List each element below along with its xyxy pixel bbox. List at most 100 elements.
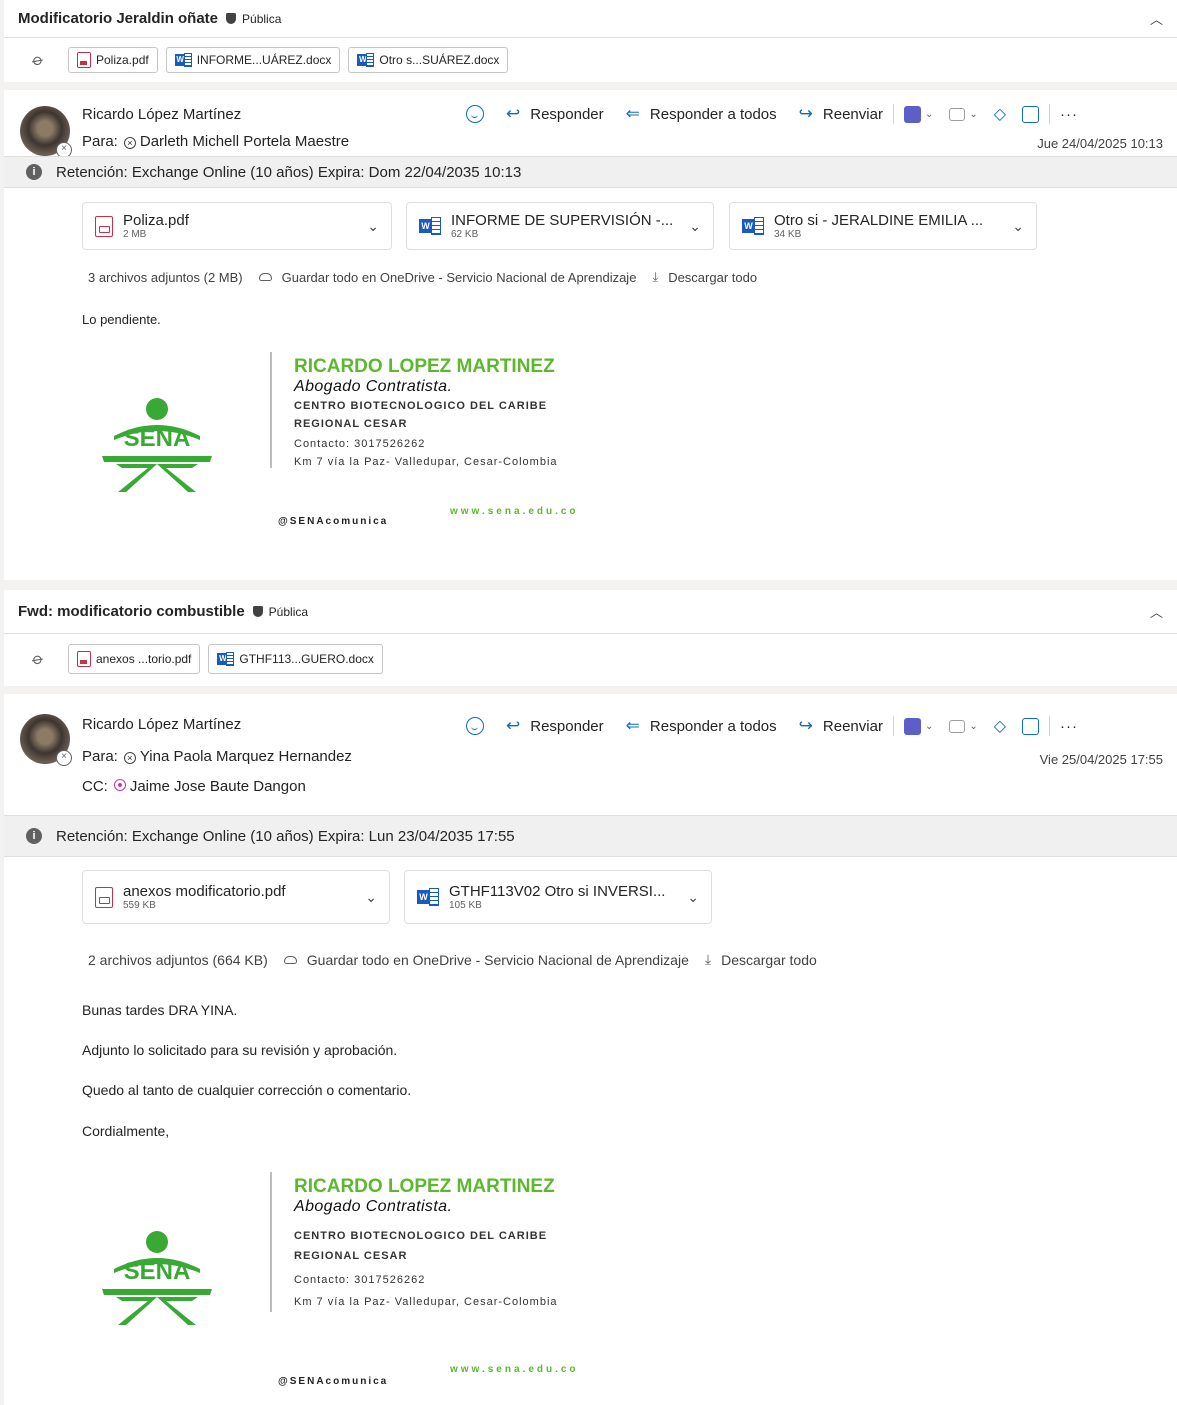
thread-title-bar: Fwd: modificatorio combustible Pública ︿ bbox=[4, 590, 1177, 634]
loop-icon[interactable]: ◇ bbox=[994, 104, 1006, 124]
pdf-app-icon[interactable] bbox=[903, 717, 921, 735]
chevron-down-icon[interactable]: ⌄ bbox=[969, 721, 977, 732]
reaction-icon[interactable] bbox=[466, 717, 484, 735]
download-all-link[interactable]: ⤓ Descargar todo bbox=[636, 269, 757, 285]
signature-line: Km 7 vía la Paz- Valledupar, Cesar-Colom… bbox=[294, 456, 558, 468]
forward-label: Reenviar bbox=[822, 717, 883, 735]
sender-name[interactable]: Ricardo López Martínez bbox=[82, 106, 241, 123]
thread-title: Modificatorio Jeraldin oñate bbox=[18, 10, 219, 27]
save-to-onedrive-link[interactable]: Guardar todo en OneDrive - Servicio Naci… bbox=[268, 952, 689, 968]
chevron-down-icon[interactable]: ⌄ bbox=[925, 721, 933, 732]
retention-text: Retención: Exchange Online (10 años) Exp… bbox=[56, 827, 515, 845]
recipient-name[interactable]: Darleth Michell Portela Maestre bbox=[140, 133, 349, 150]
move-icon[interactable] bbox=[949, 107, 966, 121]
message-date: Jue 24/04/2025 10:13 bbox=[1037, 136, 1163, 151]
cc-name[interactable]: Jaime Jose Baute Dangon bbox=[130, 778, 306, 795]
signature-role: Abogado Contratista. bbox=[294, 378, 453, 395]
retention-text: Retención: Exchange Online (10 años) Exp… bbox=[56, 163, 522, 181]
chevron-down-icon[interactable]: ⌄ bbox=[1012, 218, 1024, 235]
word-icon: W bbox=[417, 888, 439, 906]
collapse-thread-button[interactable]: ︿ bbox=[1150, 602, 1163, 621]
sensitivity-label[interactable]: Pública bbox=[226, 12, 281, 26]
attachment-chip[interactable]: Poliza.pdf bbox=[68, 47, 158, 73]
message-date: Vie 25/04/2025 17:55 bbox=[1039, 752, 1163, 767]
cloud-icon bbox=[258, 273, 272, 281]
signature-line: CENTRO BIOTECNOLOGICO DEL CARIBE bbox=[294, 1230, 548, 1242]
attachment-name: GTHF113V02 Otro si INVERSI... bbox=[449, 883, 666, 900]
attachment-card[interactable]: W Otro si - JERALDINE EMILIA ... 34 KB ⌄ bbox=[729, 202, 1037, 250]
chevron-down-icon[interactable]: ⌄ bbox=[689, 218, 701, 235]
loop-icon[interactable]: ◇ bbox=[994, 716, 1006, 736]
reply-all-button[interactable]: ⇐ Responder a todos bbox=[626, 104, 777, 124]
chevron-down-icon[interactable]: ⌄ bbox=[367, 218, 379, 235]
attachment-size: 105 KB bbox=[449, 900, 482, 911]
forward-button[interactable]: ↪ Reenviar bbox=[799, 716, 883, 736]
download-label: Descargar todo bbox=[668, 269, 758, 285]
forward-button[interactable]: ↪ Reenviar bbox=[799, 104, 883, 124]
cc-line: CC: Jaime Jose Baute Dangon bbox=[82, 778, 306, 795]
reply-button[interactable]: ↩ Responder bbox=[506, 104, 604, 124]
avatar[interactable]: × bbox=[20, 714, 72, 766]
word-icon: W bbox=[217, 652, 235, 666]
chip-label: GTHF113...GUERO.docx bbox=[239, 652, 374, 666]
signature-social: @SENAcomunica bbox=[278, 516, 389, 527]
thread-header-1: Modificatorio Jeraldin oñate Pública ︿ ⌀… bbox=[4, 0, 1177, 82]
chevron-down-icon[interactable]: ⌄ bbox=[365, 889, 377, 906]
chip-label: Otro s...SUÁREZ.docx bbox=[379, 53, 500, 67]
collapse-thread-button[interactable]: ︿ bbox=[1150, 9, 1163, 28]
signature-web[interactable]: www.sena.edu.co bbox=[450, 506, 579, 517]
sender-name[interactable]: Ricardo López Martínez bbox=[82, 716, 241, 733]
sensitivity-label[interactable]: Pública bbox=[252, 605, 308, 619]
reaction-icon[interactable] bbox=[466, 105, 484, 123]
reply-icon: ↩ bbox=[506, 716, 521, 735]
attachment-card[interactable]: W INFORME DE SUPERVISIÓN -... 62 KB ⌄ bbox=[406, 202, 714, 250]
signature-line: REGIONAL CESAR bbox=[294, 1250, 408, 1262]
chevron-down-icon[interactable]: ⌄ bbox=[687, 889, 699, 906]
logo-text: SENA bbox=[124, 1258, 191, 1285]
attachment-card[interactable]: anexos modificatorio.pdf 559 KB ⌄ bbox=[82, 870, 390, 924]
apps-icon[interactable] bbox=[1022, 105, 1040, 123]
apps-icon[interactable] bbox=[1022, 717, 1040, 735]
body-paragraph: Lo pendiente. bbox=[82, 312, 161, 327]
attachment-size: 559 KB bbox=[123, 900, 156, 911]
signature-line: Km 7 vía la Paz- Valledupar, Cesar-Colom… bbox=[294, 1296, 558, 1308]
attachment-chip-bar: ⌀ anexos ...torio.pdf W GTHF113...GUERO.d… bbox=[4, 634, 1177, 684]
download-label: Descargar todo bbox=[721, 951, 817, 968]
signature-line: Contacto: 3017526262 bbox=[294, 1274, 426, 1286]
forward-icon: ↪ bbox=[798, 716, 813, 735]
attachment-count: 3 archivos adjuntos (2 MB) bbox=[88, 269, 243, 285]
download-all-link[interactable]: ⤓ Descargar todo bbox=[689, 951, 817, 968]
avatar[interactable]: × bbox=[20, 106, 72, 158]
attachment-chip[interactable]: W Otro s...SUÁREZ.docx bbox=[348, 47, 509, 73]
chevron-down-icon[interactable]: ⌄ bbox=[925, 109, 933, 120]
presence-offline-icon: × bbox=[56, 750, 72, 766]
chevron-down-icon[interactable]: ⌄ bbox=[969, 109, 977, 120]
email-signature: SENA RICARDO LOPEZ MARTINEZ Abogado Cont… bbox=[80, 1172, 640, 1387]
save-to-onedrive-link[interactable]: Guardar todo en OneDrive - Servicio Naci… bbox=[243, 270, 636, 285]
attachment-chip[interactable]: W GTHF113...GUERO.docx bbox=[208, 644, 383, 674]
presence-offline-icon: × bbox=[123, 752, 136, 764]
reply-all-button[interactable]: ⇐ Responder a todos bbox=[626, 716, 777, 736]
attachment-chip[interactable]: W INFORME...UÁREZ.docx bbox=[165, 47, 341, 73]
attachment-card[interactable]: W GTHF113V02 Otro si INVERSI... 105 KB ⌄ bbox=[404, 870, 712, 924]
paperclip-icon: ⌀ bbox=[28, 649, 47, 670]
attachment-chip[interactable]: anexos ...torio.pdf bbox=[68, 644, 201, 674]
recipient-name[interactable]: Yina Paola Marquez Hernandez bbox=[140, 748, 352, 765]
attachment-name: Poliza.pdf bbox=[123, 212, 189, 229]
move-icon[interactable] bbox=[949, 719, 966, 733]
more-options-icon[interactable]: ··· bbox=[1060, 106, 1078, 123]
paperclip-icon: ⌀ bbox=[28, 50, 47, 71]
more-options-icon[interactable]: ··· bbox=[1060, 718, 1078, 735]
reply-button[interactable]: ↩ Responder bbox=[506, 716, 604, 736]
reply-all-label: Responder a todos bbox=[649, 717, 777, 735]
signature-line: REGIONAL CESAR bbox=[294, 418, 408, 430]
chip-label: Poliza.pdf bbox=[96, 53, 149, 67]
cc-label: CC: bbox=[82, 778, 108, 795]
attachment-summary: 2 archivos adjuntos (664 KB) Guardar tod… bbox=[88, 951, 817, 968]
chip-label: anexos ...torio.pdf bbox=[96, 652, 192, 666]
body-paragraph: Quedo al tanto de cualquier corrección o… bbox=[82, 1082, 412, 1098]
pdf-app-icon[interactable] bbox=[903, 105, 921, 123]
signature-web[interactable]: www.sena.edu.co bbox=[450, 1364, 579, 1375]
body-paragraph: Adjunto lo solicitado para su revisión y… bbox=[82, 1042, 398, 1058]
attachment-card[interactable]: Poliza.pdf 2 MB ⌄ bbox=[82, 202, 392, 250]
